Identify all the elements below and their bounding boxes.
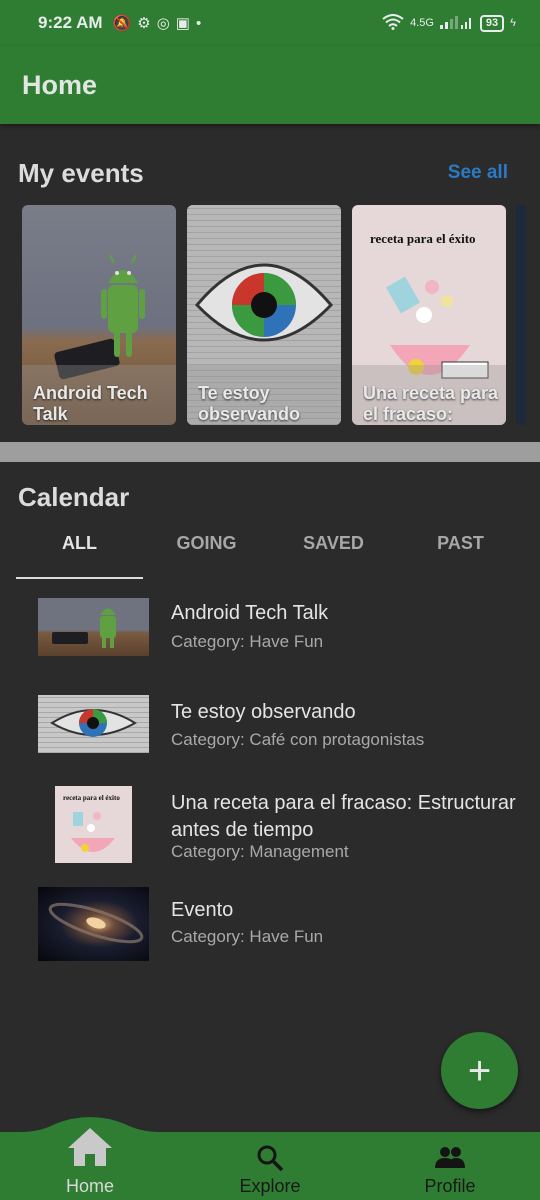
list-item[interactable]: Evento Category: Have Fun (0, 884, 540, 964)
list-item-category: Category: Have Fun (171, 927, 324, 946)
network-type: 4.5G (410, 17, 434, 29)
event-card-title: Android Tech Talk (33, 383, 148, 424)
calendar-tabs: ALL GOING SAVED PAST (16, 523, 524, 579)
list-item[interactable]: Te estoy observando Category: Café con p… (0, 688, 540, 768)
notification-icons: 🔕 ⚙ ◎ ▣ • (112, 14, 202, 33)
linkedin-icon: ▣ (175, 15, 190, 32)
event-card-title: Te estoy observando (198, 383, 301, 424)
home-icon (66, 1126, 114, 1173)
people-icon (434, 1146, 466, 1173)
calendar-title: Calendar (18, 482, 130, 512)
list-item-category: Category: Have Fun (171, 632, 324, 651)
nav-label-profile: Profile (424, 1176, 476, 1196)
dot-icon: • (195, 14, 202, 32)
nav-label-explore: Explore (239, 1176, 301, 1196)
list-item[interactable]: receta para el éxito Una receta para el … (0, 786, 540, 866)
event-card-recipe[interactable]: receta para el éxito Una receta para el … (352, 205, 506, 425)
plus-icon: + (467, 1048, 492, 1093)
list-item-category: Category: Café con protagonistas (171, 730, 425, 749)
list-item-title: Android Tech Talk (171, 602, 329, 624)
list-item-title: Te estoy observando (171, 701, 356, 723)
search-icon (256, 1144, 284, 1177)
event-card-title: Una receta para el fracaso: (363, 383, 499, 424)
eye-thumbnail (38, 695, 149, 753)
events-carousel: Android Tech Talk Te estoy observando re… (22, 205, 506, 425)
bottom-nav: Home Explore Profile (0, 1110, 540, 1200)
svg-text:receta para el éxito: receta para el éxito (370, 231, 476, 246)
tab-going[interactable]: GOING (143, 523, 270, 579)
page-title: Home (22, 69, 98, 100)
battery-indicator: 93 (479, 14, 505, 32)
charging-icon: ϟ (510, 17, 516, 29)
mute-icon: 🔕 (112, 15, 132, 32)
app-bar: Home (0, 46, 540, 124)
tab-all[interactable]: ALL (16, 523, 143, 579)
wifi-icon (382, 13, 404, 33)
add-event-button[interactable]: + (441, 1032, 518, 1109)
list-item-title: Una receta para el fracaso: Estructurar … (171, 792, 516, 841)
list-item[interactable]: Android Tech Talk Category: Have Fun (0, 590, 540, 670)
galaxy-thumbnail (38, 887, 149, 961)
see-all-link[interactable]: See all (448, 162, 508, 184)
recipe-thumbnail: receta para el éxito (55, 786, 132, 863)
my-events-title: My events (18, 158, 144, 188)
status-bar: 9:22 AM 🔕 ⚙ ◎ ▣ • 4.5G 93 ϟ (0, 0, 540, 46)
event-card-eye[interactable]: Te estoy observando (187, 205, 341, 425)
event-card-android[interactable]: Android Tech Talk (22, 205, 176, 425)
tab-past[interactable]: PAST (397, 523, 524, 579)
android-thumbnail (38, 598, 149, 656)
whatsapp-icon: ◎ (156, 15, 170, 32)
nav-label-home: Home (65, 1176, 114, 1196)
event-card-peek[interactable] (516, 205, 526, 425)
system-icons: 4.5G 93 ϟ (382, 13, 516, 33)
list-item-category: Category: Management (171, 842, 349, 861)
status-time: 9:22 AM (38, 13, 103, 32)
section-divider (0, 442, 540, 462)
list-item-title: Evento (171, 899, 234, 921)
signal-icon (439, 15, 474, 32)
settings-icon: ⚙ (137, 15, 151, 32)
tab-saved[interactable]: SAVED (270, 523, 397, 579)
svg-text:receta para el éxito: receta para el éxito (63, 794, 120, 802)
